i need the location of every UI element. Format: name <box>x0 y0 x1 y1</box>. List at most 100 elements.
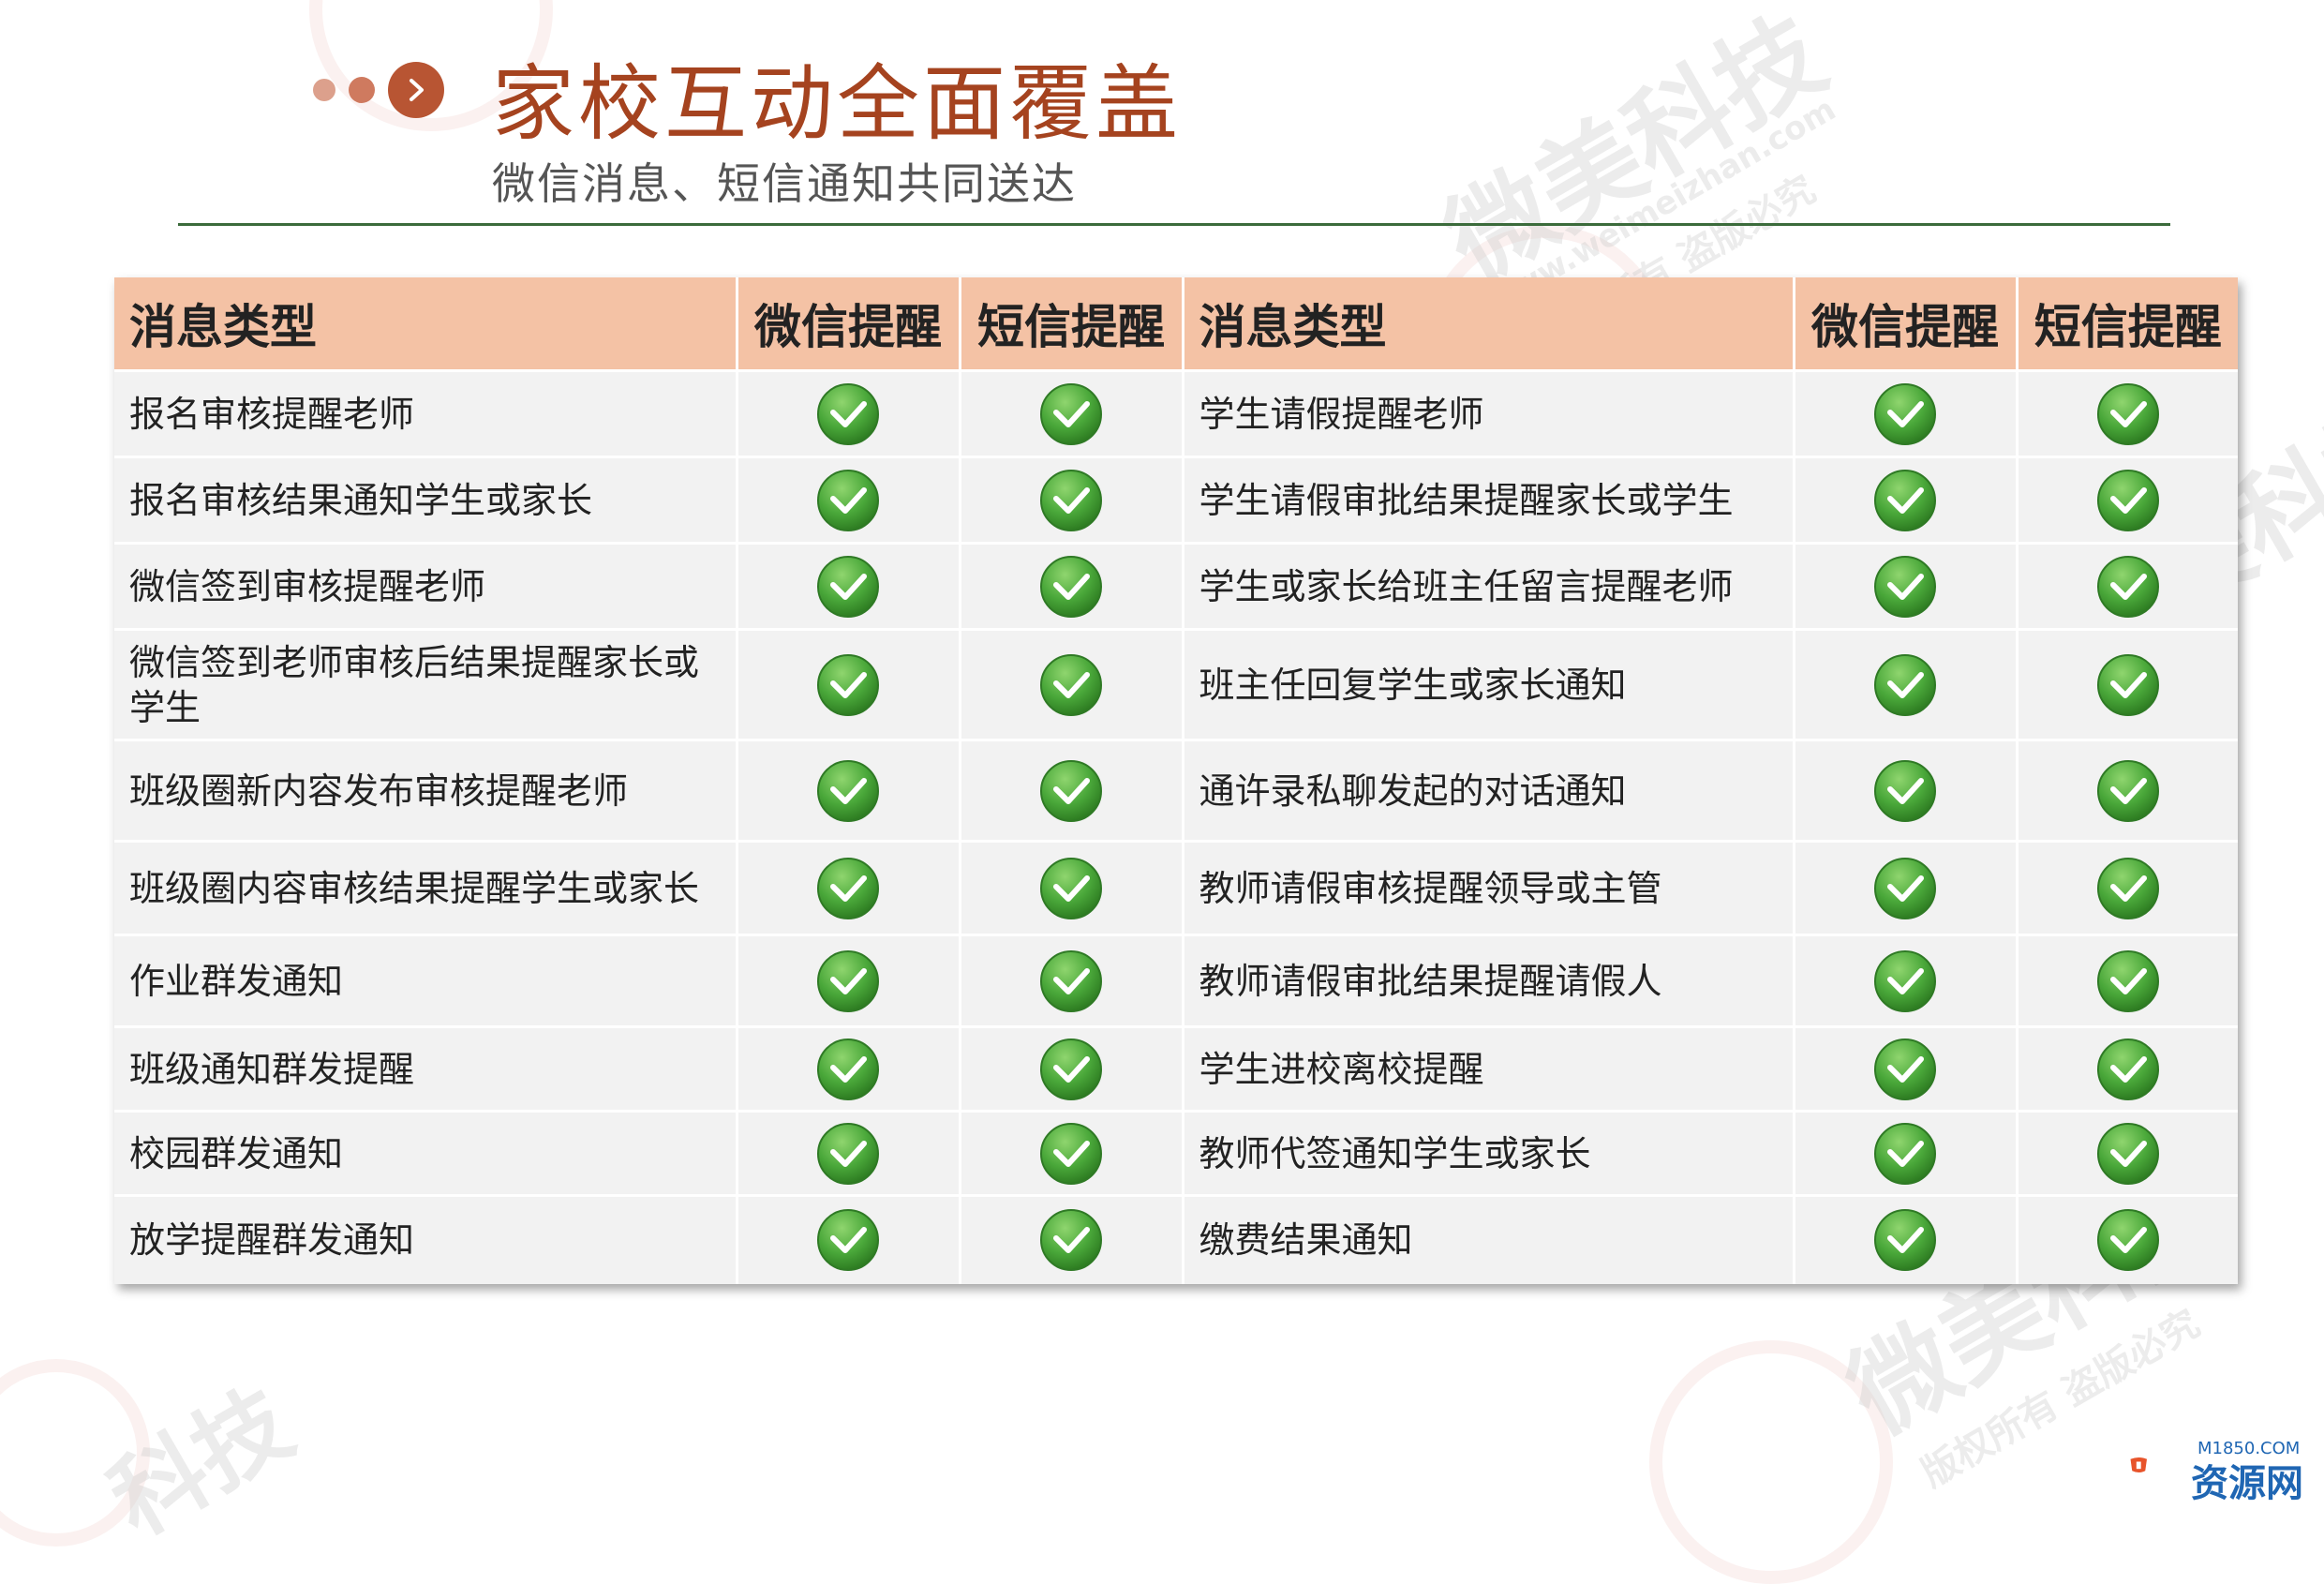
message-type-cell: 班级圈新内容发布审核提醒老师 <box>114 739 738 842</box>
green-checkmark-icon <box>1872 1207 1938 1273</box>
check-cell <box>737 1110 961 1196</box>
header-sms-reminder: 短信提醒 <box>960 277 1184 371</box>
table-row: 报名审核结果通知学生或家长 学生请假审批结果提醒家长或学生 <box>114 456 2238 544</box>
green-checkmark-icon <box>2095 758 2161 824</box>
check-cell <box>1794 739 2019 842</box>
header-sms-reminder: 短信提醒 <box>2017 277 2238 371</box>
dot-icon <box>349 77 375 103</box>
table-row: 微信签到审核提醒老师 学生或家长给班主任留言提醒老师 <box>114 542 2238 630</box>
logo-name: 资源网 <box>2191 1462 2303 1505</box>
check-cell <box>737 542 961 630</box>
green-checkmark-icon <box>2095 468 2161 533</box>
check-cell <box>960 840 1184 935</box>
check-cell <box>2017 542 2238 630</box>
green-checkmark-icon <box>1872 758 1938 824</box>
notification-table: 消息类型 微信提醒 短信提醒 消息类型 微信提醒 短信提醒 报名审核提醒老师学生… <box>114 277 2238 1284</box>
check-cell <box>960 934 1184 1027</box>
page-subtitle: 微信消息、短信通知共同送达 <box>492 158 1077 209</box>
green-checkmark-icon <box>1038 554 1104 620</box>
message-type-cell: 微信签到老师审核后结果提醒家长或学生 <box>114 628 738 740</box>
check-cell <box>1794 1025 2019 1112</box>
check-cell <box>1794 542 2019 630</box>
table-row: 班级圈内容审核结果提醒学生或家长 教师请假审核提醒领导或主管 <box>114 840 2238 935</box>
green-checkmark-icon <box>1038 468 1104 533</box>
check-cell <box>1794 456 2019 544</box>
check-cell <box>2017 628 2238 740</box>
green-checkmark-icon <box>1872 1121 1938 1187</box>
green-checkmark-icon <box>2095 381 2161 447</box>
check-cell <box>2017 369 2238 457</box>
green-checkmark-icon <box>815 758 881 824</box>
message-type-cell: 作业群发通知 <box>114 934 738 1027</box>
divider <box>178 223 2170 226</box>
check-cell <box>737 934 961 1027</box>
green-checkmark-icon <box>2095 1037 2161 1102</box>
green-checkmark-icon <box>815 1207 881 1273</box>
message-type-cell: 缴费结果通知 <box>1183 1194 1795 1284</box>
check-cell <box>2017 456 2238 544</box>
message-type-cell: 学生请假提醒老师 <box>1183 369 1795 457</box>
green-checkmark-icon <box>1038 856 1104 921</box>
header-message-type: 消息类型 <box>114 277 738 371</box>
green-checkmark-icon <box>815 949 881 1014</box>
check-cell <box>960 1110 1184 1196</box>
green-checkmark-icon <box>815 554 881 620</box>
check-cell <box>737 369 961 457</box>
message-type-cell: 教师请假审核提醒领导或主管 <box>1183 840 1795 935</box>
check-cell <box>737 1025 961 1112</box>
message-type-cell: 微信签到审核提醒老师 <box>114 542 738 630</box>
green-checkmark-icon <box>1872 468 1938 533</box>
green-checkmark-icon <box>1038 758 1104 824</box>
check-cell <box>960 369 1184 457</box>
check-cell <box>960 739 1184 842</box>
check-cell <box>1794 1194 2019 1284</box>
green-checkmark-icon <box>2095 1121 2161 1187</box>
check-cell <box>737 1194 961 1284</box>
green-checkmark-icon <box>2095 554 2161 620</box>
check-cell <box>960 542 1184 630</box>
table-row: 微信签到老师审核后结果提醒家长或学生 班主任回复学生或家长通知 <box>114 628 2238 740</box>
green-checkmark-icon <box>1872 381 1938 447</box>
message-type-cell: 学生进校离校提醒 <box>1183 1025 1795 1112</box>
table-row: 放学提醒群发通知 缴费结果通知 <box>114 1194 2238 1284</box>
check-cell <box>2017 1110 2238 1196</box>
check-cell <box>1794 628 2019 740</box>
check-cell <box>960 456 1184 544</box>
green-checkmark-icon <box>1872 856 1938 921</box>
message-type-cell: 报名审核提醒老师 <box>114 369 738 457</box>
green-checkmark-icon <box>815 381 881 447</box>
green-checkmark-icon <box>815 468 881 533</box>
message-type-cell: 报名审核结果通知学生或家长 <box>114 456 738 544</box>
table-row: 作业群发通知 教师请假审批结果提醒请假人 <box>114 934 2238 1027</box>
watermark-swirl <box>0 1359 150 1547</box>
watermark-swirl <box>1649 1340 1893 1584</box>
green-checkmark-icon <box>815 652 881 718</box>
check-cell <box>737 739 961 842</box>
check-cell <box>960 628 1184 740</box>
green-checkmark-icon <box>1038 652 1104 718</box>
green-checkmark-icon <box>815 1121 881 1187</box>
table-header-row: 消息类型 微信提醒 短信提醒 消息类型 微信提醒 短信提醒 <box>114 277 2238 371</box>
table-row: 班级通知群发提醒 学生进校离校提醒 <box>114 1025 2238 1112</box>
message-type-cell: 班主任回复学生或家长通知 <box>1183 628 1795 740</box>
green-checkmark-icon <box>1038 1121 1104 1187</box>
header-message-type: 消息类型 <box>1183 277 1795 371</box>
check-cell <box>1794 840 2019 935</box>
check-cell <box>1794 934 2019 1027</box>
message-type-cell: 通许录私聊发起的对话通知 <box>1183 739 1795 842</box>
green-checkmark-icon <box>1038 1207 1104 1273</box>
message-type-cell: 班级通知群发提醒 <box>114 1025 738 1112</box>
green-checkmark-icon <box>1872 652 1938 718</box>
check-cell <box>1794 369 2019 457</box>
green-checkmark-icon <box>1038 381 1104 447</box>
check-cell <box>737 628 961 740</box>
green-checkmark-icon <box>2095 1207 2161 1273</box>
logo-icon <box>2130 1457 2147 1473</box>
watermark-text: 微美科技 <box>1426 0 1844 305</box>
check-cell <box>737 840 961 935</box>
check-cell <box>1794 1110 2019 1196</box>
check-cell <box>737 456 961 544</box>
green-checkmark-icon <box>2095 856 2161 921</box>
green-checkmark-icon <box>1038 949 1104 1014</box>
green-checkmark-icon <box>1038 1037 1104 1102</box>
